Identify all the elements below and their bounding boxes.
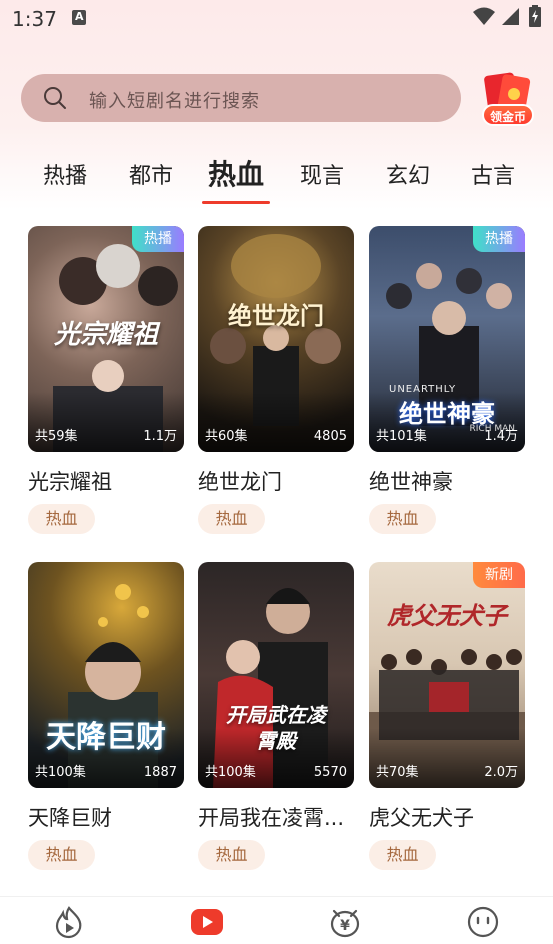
status-time: 1:37 (12, 7, 57, 31)
drama-title[interactable]: 虎父无犬子 (369, 802, 529, 832)
episode-count: 共60集 (205, 429, 248, 444)
search-bar[interactable]: 输入短剧名进行搜索 (21, 74, 461, 122)
piggy-bank-icon[interactable]: ¥ (328, 905, 362, 939)
drama-title[interactable]: 绝世龙门 (198, 466, 358, 496)
poster-title-art: 开局武在凌霄殿 (226, 703, 326, 753)
hot-badge: 热播 (473, 226, 525, 252)
view-count: 1.4万 (484, 429, 518, 444)
smile-face-icon[interactable] (466, 905, 500, 939)
episode-count: 共100集 (35, 765, 86, 780)
view-count: 5570 (313, 765, 347, 780)
coin-icon (508, 88, 520, 100)
genre-tag: 热血 (198, 504, 265, 534)
tab-ancient-romance[interactable]: 古言 (458, 158, 528, 190)
video-play-icon[interactable] (189, 905, 225, 939)
drama-poster[interactable]: 开局武在凌霄殿 共100集 5570 (198, 562, 354, 788)
drama-poster[interactable]: 光宗耀祖 热播 共59集 1.1万 (28, 226, 184, 452)
signal-icon (502, 8, 519, 25)
drama-poster[interactable]: 绝世龙门 共60集 4805 (198, 226, 354, 452)
sim-notification-icon (72, 10, 86, 25)
episode-count: 共70集 (376, 765, 419, 780)
episode-count: 共101集 (376, 429, 427, 444)
battery-icon (529, 5, 541, 27)
view-count: 2.0万 (484, 765, 518, 780)
drama-poster[interactable]: 虎父无犬子 新剧 共70集 2.0万 (369, 562, 525, 788)
view-count: 1887 (143, 765, 177, 780)
genre-tag: 热血 (369, 840, 436, 870)
drama-title[interactable]: 光宗耀祖 (28, 466, 188, 496)
episode-count: 共100集 (205, 765, 256, 780)
genre-tag: 热血 (198, 840, 265, 870)
bottom-navigation: ¥ (0, 896, 553, 944)
tab-action[interactable]: 热血 (201, 153, 271, 193)
category-tabs: 热播 都市 热血 现言 玄幻 古言 (0, 150, 553, 210)
poster-title-art: 天降巨财 (46, 720, 166, 755)
tab-fantasy[interactable]: 玄幻 (373, 158, 443, 190)
poster-title-art: 光宗耀祖 (53, 320, 158, 350)
svg-text:¥: ¥ (340, 918, 350, 934)
drama-poster[interactable]: 天降巨财 共100集 1887 (28, 562, 184, 788)
view-count: 4805 (313, 429, 347, 444)
drama-title[interactable]: 天降巨财 (28, 802, 188, 832)
new-badge: 新剧 (473, 562, 525, 588)
tab-modern-romance[interactable]: 现言 (287, 158, 357, 190)
genre-tag: 热血 (28, 840, 95, 870)
drama-title[interactable]: 绝世神豪 (369, 466, 529, 496)
drama-title[interactable]: 开局我在凌霄... (198, 802, 358, 832)
search-placeholder: 输入短剧名进行搜索 (89, 91, 260, 112)
drama-poster[interactable]: UNEARTHLY 绝世神豪 RICH MAN 热播 共101集 1.4万 (369, 226, 525, 452)
search-icon (44, 87, 66, 109)
hot-badge: 热播 (132, 226, 184, 252)
poster-title-art: 绝世龙门 (228, 301, 324, 330)
episode-count: 共59集 (35, 429, 78, 444)
tab-urban[interactable]: 都市 (116, 158, 186, 190)
status-bar: 1:37 (0, 0, 553, 38)
wifi-icon (473, 7, 495, 25)
tab-hot[interactable]: 热播 (30, 158, 100, 190)
genre-tag: 热血 (369, 504, 436, 534)
genre-tag: 热血 (28, 504, 95, 534)
active-tab-indicator (202, 201, 270, 204)
poster-title-art: 虎父无犬子 (387, 601, 507, 630)
fire-play-icon[interactable] (52, 905, 86, 939)
view-count: 1.1万 (143, 429, 177, 444)
collect-coins-label: 领金币 (482, 104, 534, 126)
collect-coins-button[interactable]: 领金币 (478, 70, 538, 128)
